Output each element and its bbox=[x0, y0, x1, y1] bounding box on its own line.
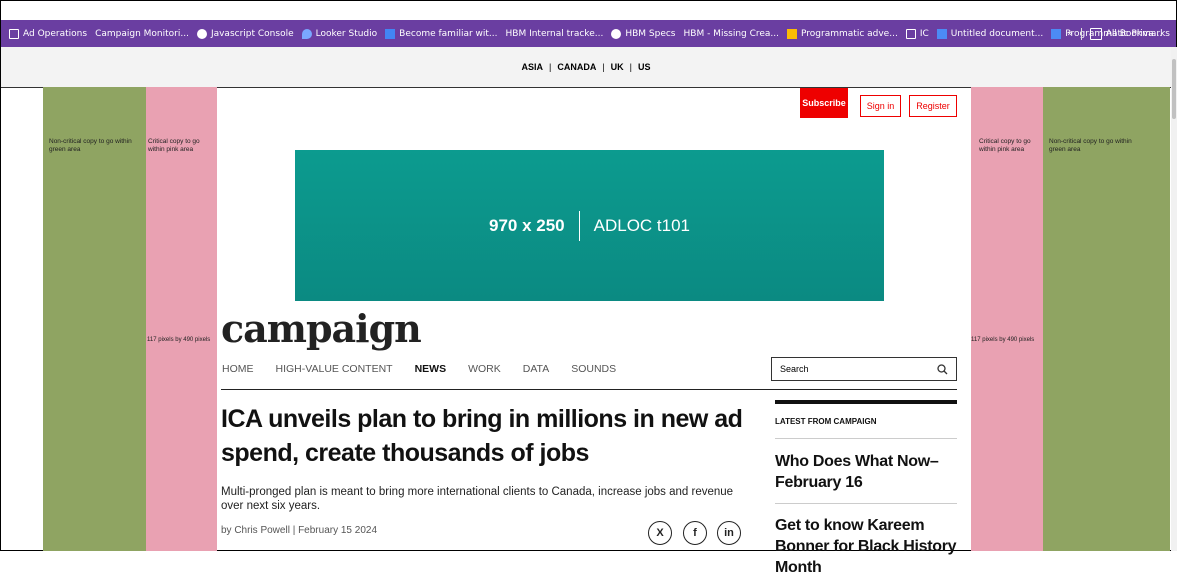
nav-divider bbox=[221, 389, 957, 390]
scrollbar-thumb[interactable] bbox=[1172, 59, 1176, 119]
bookmark-item[interactable]: Campaign Monitori... bbox=[95, 29, 189, 39]
left-pink-size: 117 pixels by 490 pixels bbox=[147, 337, 211, 343]
nav-item[interactable]: SOUNDS bbox=[571, 363, 616, 375]
bookmark-item[interactable]: Ad Operations bbox=[9, 28, 88, 39]
sidebar-story[interactable]: Who Does What Now– February 16 bbox=[775, 451, 957, 493]
bookmark-label: Looker Studio bbox=[315, 28, 378, 39]
nav-item[interactable]: NEWS bbox=[415, 363, 447, 375]
article-headline[interactable]: ICA unveils plan to bring in millions in… bbox=[221, 402, 761, 470]
bookmark-item[interactable]: Become familiar wit... bbox=[385, 28, 498, 39]
search-box[interactable]: Search bbox=[771, 357, 957, 381]
ad-size-label: 970 x 250 bbox=[488, 215, 565, 235]
left-pink-panel bbox=[146, 87, 217, 551]
left-green-copy: Non-critical copy to go within green are… bbox=[49, 138, 132, 153]
search-input[interactable]: Search bbox=[780, 364, 809, 374]
right-pink-copy: Critical copy to go within pink area bbox=[979, 138, 1031, 153]
docs-icon bbox=[936, 28, 947, 39]
bookmark-label: Untitled document... bbox=[950, 28, 1044, 39]
looker-icon bbox=[301, 28, 312, 39]
sidebar-divider bbox=[775, 503, 957, 504]
bookmark-item[interactable]: HBM - Missing Crea... bbox=[684, 29, 780, 39]
bookmark-label: HBM Internal tracke... bbox=[505, 28, 604, 39]
folder-icon bbox=[905, 28, 916, 39]
linkedin-share-icon[interactable]: in bbox=[717, 521, 741, 545]
bookmarks-overflow-button[interactable]: » bbox=[1067, 29, 1073, 39]
bookmark-item[interactable]: Looker Studio bbox=[301, 28, 378, 39]
right-green-copy: Non-critical copy to go within green are… bbox=[1049, 138, 1132, 153]
scrollbar[interactable] bbox=[1171, 47, 1177, 551]
region-separator: | bbox=[629, 62, 633, 72]
leaderboard-ad[interactable]: 970 x 250 ADLOC t101 bbox=[295, 150, 884, 301]
bookmark-label: IC bbox=[919, 28, 929, 39]
bookmark-item[interactable]: IC bbox=[905, 28, 929, 39]
facebook-share-icon[interactable]: f bbox=[683, 521, 707, 545]
bookmarks-bar: Ad Operations Campaign Monitori... Javascr… bbox=[1, 20, 1176, 47]
main-nav: HOME HIGH-VALUE CONTENT NEWS WORK DATA SOUNDS bbox=[222, 363, 638, 375]
nav-item[interactable]: HOME bbox=[222, 363, 254, 375]
bookmark-item[interactable]: Javascript Console bbox=[196, 28, 294, 39]
region-link[interactable]: UK bbox=[611, 62, 624, 72]
sidebar-rule bbox=[775, 400, 957, 404]
folder-icon bbox=[1089, 27, 1102, 40]
left-pink-copy: Critical copy to go within pink area bbox=[148, 138, 200, 153]
article-byline: by Chris Powell | February 15 2024 bbox=[221, 525, 378, 536]
site-logo[interactable]: campaign bbox=[221, 306, 422, 351]
region-separator: | bbox=[602, 62, 605, 72]
left-green-panel bbox=[43, 87, 146, 551]
bookmark-icon bbox=[385, 28, 396, 39]
region-link[interactable]: ASIA bbox=[521, 62, 543, 72]
region-bar: ASIA | CANADA | UK | US bbox=[1, 47, 1171, 88]
sidebar-story[interactable]: Get to know Kareem Bonner for Black Hist… bbox=[775, 515, 957, 578]
divider bbox=[1080, 27, 1082, 40]
slides-icon bbox=[787, 28, 798, 39]
bookmarks-right: » All Bookmarks bbox=[1067, 20, 1170, 47]
all-bookmarks-button[interactable]: All Bookmarks bbox=[1106, 29, 1170, 39]
sidebar-divider bbox=[775, 438, 957, 439]
bookmark-label: HBM Specs bbox=[625, 28, 676, 39]
subscribe-button[interactable]: Subscribe bbox=[800, 88, 848, 118]
region-separator: | bbox=[548, 62, 552, 72]
nav-item[interactable]: DATA bbox=[523, 363, 549, 375]
bookmark-item[interactable]: Untitled document... bbox=[936, 28, 1044, 39]
x-share-icon[interactable]: X bbox=[648, 521, 672, 545]
bookmark-label: Programmatic adve... bbox=[801, 28, 898, 39]
right-pink-panel bbox=[971, 87, 1043, 551]
sign-in-button[interactable]: Sign in bbox=[860, 95, 901, 117]
bookmark-label: HBM - Missing Crea... bbox=[683, 28, 780, 39]
region-link[interactable]: CANADA bbox=[557, 62, 596, 72]
bookmark-label: Become familiar wit... bbox=[399, 28, 498, 39]
right-pink-size: 117 pixels by 490 pixels bbox=[971, 337, 1035, 343]
bookmark-item[interactable]: Programmatic adve... bbox=[787, 28, 898, 39]
bookmark-label: Campaign Monitori... bbox=[95, 28, 189, 39]
docs-icon bbox=[1051, 28, 1062, 39]
ad-divider bbox=[578, 210, 580, 241]
folder-icon bbox=[9, 28, 19, 39]
search-icon[interactable] bbox=[937, 363, 948, 375]
globe-icon bbox=[196, 28, 207, 39]
register-button[interactable]: Register bbox=[909, 95, 957, 117]
article-standfirst: Multi-pronged plan is meant to bring mor… bbox=[221, 486, 734, 512]
bookmark-label: Javascript Console bbox=[210, 28, 294, 39]
right-green-panel bbox=[1043, 87, 1170, 551]
region-link[interactable]: US bbox=[638, 62, 651, 72]
sidebar-title: LATEST FROM CAMPAIGN bbox=[775, 417, 877, 426]
nav-item[interactable]: HIGH-VALUE CONTENT bbox=[276, 363, 393, 375]
bookmark-label: Ad Operations bbox=[23, 28, 88, 39]
ad-location-label: ADLOC t101 bbox=[593, 215, 691, 235]
bookmark-item[interactable]: HBM Specs bbox=[611, 28, 676, 39]
nav-item[interactable]: WORK bbox=[468, 363, 501, 375]
bookmark-item[interactable]: HBM Internal tracke... bbox=[506, 29, 604, 39]
globe-icon bbox=[611, 28, 622, 39]
